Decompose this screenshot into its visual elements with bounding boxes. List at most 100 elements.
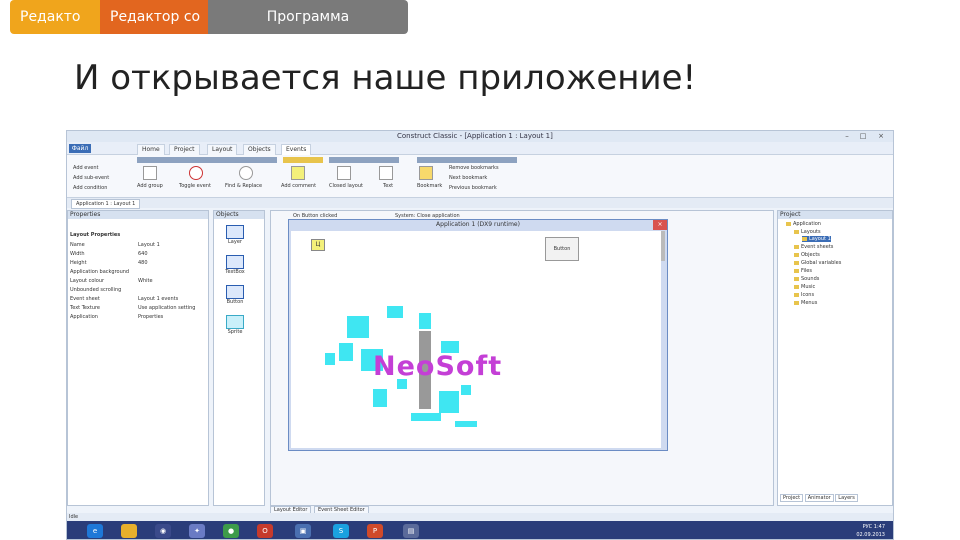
construct-icon[interactable]: ▣ [295, 524, 311, 538]
bookmark-icon[interactable] [419, 166, 433, 180]
tree-item[interactable]: Event sheets [794, 244, 833, 250]
object-label: Button [226, 299, 244, 305]
opera-icon[interactable]: O [257, 524, 273, 538]
prop-value[interactable]: Properties [138, 313, 163, 321]
tree-item[interactable]: Layouts [794, 229, 821, 235]
tab-animator[interactable]: Animator [804, 494, 834, 502]
ribbon-group-bar [329, 157, 399, 163]
object-label: TextBox [225, 269, 245, 275]
tab-home[interactable]: Home [137, 144, 165, 155]
powerpoint-icon[interactable]: P [367, 524, 383, 538]
comment-icon[interactable] [291, 166, 305, 180]
folder-icon [794, 244, 799, 249]
tree-item[interactable]: Objects [794, 252, 820, 258]
runtime-canvas: Ц Button NeoSoft [291, 231, 661, 448]
tree-item-label: Sounds [801, 276, 820, 282]
toggle-event-icon[interactable] [189, 166, 203, 180]
remove-bookmarks-button[interactable]: Remove bookmarks [449, 165, 499, 171]
tab-layers[interactable]: Layers [835, 494, 858, 502]
object-textbox[interactable]: TextBox [224, 255, 246, 275]
bookmark-label: Bookmark [417, 183, 443, 189]
search-icon[interactable] [239, 166, 253, 180]
find-replace-label: Find & Replace [225, 183, 263, 189]
folder-icon [786, 221, 791, 226]
logo-shape [347, 316, 369, 338]
object-sprite[interactable]: Sprite [224, 315, 246, 335]
tab-project[interactable]: Project [169, 144, 200, 155]
prop-value[interactable]: Layout 1 events [138, 295, 178, 303]
prop-value[interactable]: 640 [138, 250, 148, 258]
prop-value[interactable]: White [138, 277, 153, 285]
minimize-icon[interactable]: – [841, 132, 853, 140]
logo-shape [325, 353, 335, 365]
tray-language[interactable]: РУС [863, 524, 873, 530]
tab-events[interactable]: Events [281, 144, 312, 155]
header-tab-3[interactable]: Программа [208, 0, 408, 34]
add-condition-button[interactable]: Add condition [73, 185, 107, 191]
tree-item-label: Objects [801, 252, 820, 258]
close-icon[interactable]: × [875, 132, 887, 140]
ribbon: Add event Add sub-event Add condition Ad… [67, 155, 893, 198]
prop-name: Height [70, 260, 87, 266]
prop-name: Width [70, 251, 85, 257]
tools-icon[interactable]: ✦ [189, 524, 205, 538]
app-window-icon[interactable]: ▤ [403, 524, 419, 538]
slide-title: И открывается наше приложение! [74, 58, 697, 98]
runtime-title: Application 1 (DX9 runtime) [436, 221, 520, 228]
tree-item[interactable]: Files [794, 268, 812, 274]
next-bookmark-button[interactable]: Next bookmark [449, 175, 487, 181]
tree-item-label: Files [801, 268, 812, 274]
header-tabs: Редакто Редактор со Программа [10, 0, 408, 34]
runtime-scrollbar[interactable] [661, 231, 665, 261]
textbox-icon [226, 255, 244, 269]
tree-item[interactable]: Sounds [794, 276, 819, 282]
folder-icon [794, 276, 799, 281]
add-group-icon[interactable] [143, 166, 157, 180]
prop-value[interactable]: 480 [138, 259, 148, 267]
tab-layout[interactable]: Layout [207, 144, 238, 155]
ie-icon[interactable]: e [87, 524, 103, 538]
prop-name: Layout colour [70, 278, 105, 284]
prop-value[interactable]: Layout 1 [138, 241, 160, 249]
chrome-icon[interactable]: ● [223, 524, 239, 538]
object-button[interactable]: Button [224, 285, 246, 305]
tree-item[interactable]: Menus [794, 300, 817, 306]
tab-project-panel[interactable]: Project [780, 494, 804, 502]
tab-objects[interactable]: Objects [243, 144, 276, 155]
file-button[interactable]: Файл [69, 144, 91, 153]
media-player-icon[interactable]: ◉ [155, 524, 171, 538]
text-icon[interactable] [379, 166, 393, 180]
add-comment-label: Add comment [281, 183, 317, 189]
add-event-button[interactable]: Add event [73, 165, 99, 171]
tree-item[interactable]: Global variables [794, 260, 841, 266]
tree-item[interactable]: Application [786, 221, 821, 227]
header-tab-2[interactable]: Редактор со [100, 0, 210, 34]
object-layer[interactable]: Layer [224, 225, 246, 245]
previous-bookmark-button[interactable]: Previous bookmark [449, 185, 497, 191]
closed-layout-icon[interactable] [337, 166, 351, 180]
tree-item-selected[interactable]: Layout 1 [802, 236, 831, 242]
system-tray: РУС 1:47 02.09.2013 [856, 523, 885, 539]
folder-icon [802, 236, 807, 241]
taskbar: e ◉ ✦ ● O ▣ S P ▤ РУС 1:47 02.09.2013 [67, 521, 893, 539]
tree-item-label: Global variables [801, 260, 842, 266]
explorer-icon[interactable] [121, 524, 137, 538]
prop-value[interactable]: Use application setting [138, 304, 195, 312]
tray-date: 02.09.2013 [856, 532, 885, 538]
folder-icon [794, 260, 799, 265]
sprite-object[interactable]: Ц [311, 239, 325, 251]
tree-item-label: Music [801, 284, 816, 290]
runtime-button[interactable]: Button [545, 237, 579, 261]
runtime-close-icon[interactable]: × [653, 220, 667, 230]
properties-title: Properties [68, 211, 208, 219]
document-tab[interactable]: Application 1 : Layout 1 [71, 199, 141, 209]
tree-item[interactable]: Music [794, 284, 815, 290]
folder-icon [794, 229, 799, 234]
window-titlebar: Construct Classic - [Application 1 : Lay… [67, 131, 893, 142]
skype-icon[interactable]: S [333, 524, 349, 538]
maximize-icon[interactable]: □ [857, 132, 869, 140]
tree-item[interactable]: Icons [794, 292, 814, 298]
add-sub-event-button[interactable]: Add sub-event [73, 175, 109, 181]
header-tab-1[interactable]: Редакто [10, 0, 100, 34]
runtime-window: Application 1 (DX9 runtime) × Ц Button N… [288, 219, 668, 451]
